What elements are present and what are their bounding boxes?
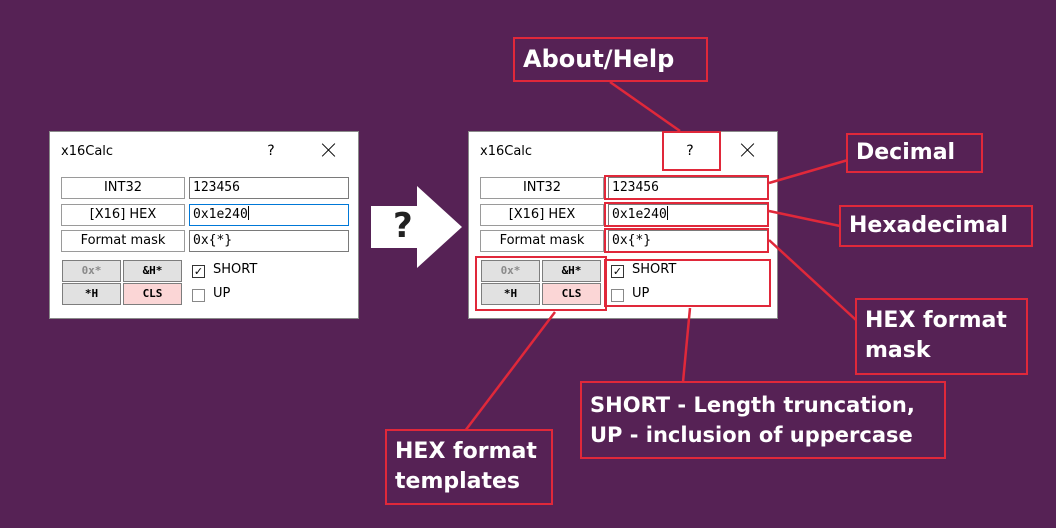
callout-hex-mask-line2: mask [865, 338, 931, 363]
callout-short-up: SHORT - Length truncation, UP - inclusio… [580, 381, 946, 459]
callout-templates-line1: HEX format [395, 439, 537, 464]
callout-options-line2: UP - inclusion of uppercase [590, 423, 913, 447]
callout-hex-mask-line1: HEX format [865, 308, 1007, 333]
callout-decimal-text: Decimal [856, 140, 956, 165]
callout-options-line1: SHORT - Length truncation, [590, 393, 915, 417]
callout-hex-format-mask: HEX format mask [855, 298, 1028, 375]
callout-templates-line2: templates [395, 469, 521, 494]
callout-decimal: Decimal [846, 133, 983, 173]
callout-about-help: About/Help [513, 37, 708, 82]
callout-hexadecimal: Hexadecimal [839, 205, 1033, 247]
callout-hex-format-templates: HEX format templates [385, 429, 553, 505]
callout-about-help-text: About/Help [523, 45, 675, 73]
callout-hexadecimal-text: Hexadecimal [849, 213, 1008, 238]
